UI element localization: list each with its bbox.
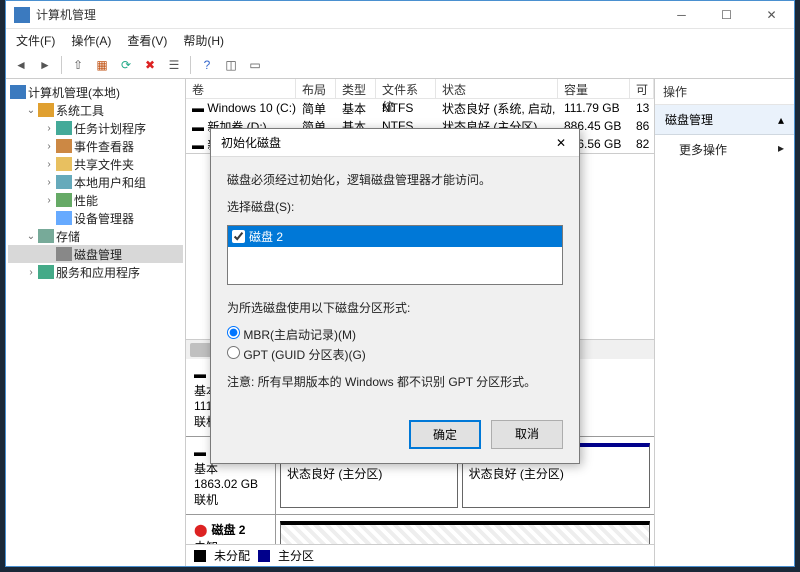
back-icon[interactable]: ◄ bbox=[10, 54, 32, 76]
refresh-icon[interactable]: ⟳ bbox=[115, 54, 137, 76]
disk-icon: ▬ bbox=[194, 445, 206, 459]
menu-view[interactable]: 查看(V) bbox=[119, 30, 175, 51]
view-bottom-icon[interactable]: ▭ bbox=[244, 54, 266, 76]
dialog-title: 初始化磁盘 bbox=[221, 134, 281, 151]
chevron-right-icon: ▸ bbox=[778, 141, 784, 158]
tree-shared[interactable]: ›共享文件夹 bbox=[8, 155, 183, 173]
actions-pane: 操作 磁盘管理▴ 更多操作▸ bbox=[654, 79, 794, 566]
volume-header: 卷 布局 类型 文件系统 状态 容量 可 bbox=[186, 79, 654, 99]
col-fs[interactable]: 文件系统 bbox=[376, 79, 436, 98]
radio-mbr[interactable]: MBR(主启动记录)(M) bbox=[227, 326, 563, 343]
col-status[interactable]: 状态 bbox=[436, 79, 558, 98]
minimize-button[interactable]: ─ bbox=[659, 1, 704, 29]
col-type[interactable]: 类型 bbox=[336, 79, 376, 98]
actions-section[interactable]: 磁盘管理▴ bbox=[655, 105, 794, 135]
partition-style-radios: MBR(主启动记录)(M) GPT (GUID 分区表)(G) bbox=[227, 326, 563, 363]
nav-tree: 计算机管理(本地) ⌄系统工具 ›任务计划程序 ›事件查看器 ›共享文件夹 ›本… bbox=[6, 79, 186, 566]
col-layout[interactable]: 布局 bbox=[296, 79, 336, 98]
tree-diskmgmt[interactable]: 磁盘管理 bbox=[8, 245, 183, 263]
tree-eventviewer[interactable]: ›事件查看器 bbox=[8, 137, 183, 155]
separator bbox=[190, 56, 191, 74]
col-volume[interactable]: 卷 bbox=[186, 79, 296, 98]
watermark-icon: 值 bbox=[688, 532, 716, 560]
tree-storage[interactable]: ⌄存储 bbox=[8, 227, 183, 245]
tree-scheduler[interactable]: ›任务计划程序 bbox=[8, 119, 183, 137]
properties-icon[interactable]: ▦ bbox=[91, 54, 113, 76]
export-icon[interactable]: ☰ bbox=[163, 54, 185, 76]
window-title: 计算机管理 bbox=[36, 6, 659, 23]
dialog-body: 磁盘必须经过初始化，逻辑磁盘管理器才能访问。 选择磁盘(S): 磁盘 2 为所选… bbox=[211, 157, 579, 410]
disk-partitions bbox=[276, 515, 654, 544]
disk-warn-icon: ⬤ bbox=[194, 523, 207, 537]
collapse-icon: ▴ bbox=[778, 113, 784, 127]
disk-checkbox[interactable] bbox=[232, 230, 245, 243]
separator bbox=[61, 56, 62, 74]
tree-root[interactable]: 计算机管理(本地) bbox=[8, 83, 183, 101]
menubar: 文件(F) 操作(A) 查看(V) 帮助(H) bbox=[6, 29, 794, 51]
tree-services[interactable]: ›服务和应用程序 bbox=[8, 263, 183, 281]
tree-devmgr[interactable]: 设备管理器 bbox=[8, 209, 183, 227]
up-icon[interactable]: ⇧ bbox=[67, 54, 89, 76]
col-free[interactable]: 可 bbox=[630, 79, 654, 98]
actions-header: 操作 bbox=[655, 79, 794, 105]
forward-icon[interactable]: ► bbox=[34, 54, 56, 76]
disk-info: ⬤磁盘 2 未知 bbox=[186, 515, 276, 544]
dialog-close-button[interactable]: ✕ bbox=[547, 131, 575, 155]
watermark-text: 什么值得买 bbox=[722, 538, 782, 555]
init-disk-dialog: 初始化磁盘 ✕ 磁盘必须经过初始化，逻辑磁盘管理器才能访问。 选择磁盘(S): … bbox=[210, 128, 580, 464]
legend-primary-icon bbox=[258, 550, 270, 562]
dialog-buttons: 确定 取消 bbox=[211, 410, 579, 463]
partition-unallocated[interactable] bbox=[280, 521, 650, 544]
legend-unalloc-icon bbox=[194, 550, 206, 562]
disk-select-list[interactable]: 磁盘 2 bbox=[227, 225, 563, 285]
volume-row[interactable]: ▬ Windows 10 (C:)简单基本NTFS状态良好 (系统, 启动, 页… bbox=[186, 99, 654, 117]
ok-button[interactable]: 确定 bbox=[409, 420, 481, 449]
select-disk-label: 选择磁盘(S): bbox=[227, 198, 563, 215]
disk-icon: ▬ bbox=[194, 367, 206, 381]
menu-action[interactable]: 操作(A) bbox=[63, 30, 119, 51]
menu-file[interactable]: 文件(F) bbox=[8, 30, 63, 51]
toolbar: ◄ ► ⇧ ▦ ⟳ ✖ ☰ ? ◫ ▭ bbox=[6, 51, 794, 79]
actions-more[interactable]: 更多操作▸ bbox=[655, 135, 794, 164]
radio-gpt[interactable]: GPT (GUID 分区表)(G) bbox=[227, 346, 563, 363]
watermark: 值 什么值得买 bbox=[688, 532, 782, 560]
dialog-note: 注意: 所有早期版本的 Windows 都不识别 GPT 分区形式。 bbox=[227, 373, 563, 390]
maximize-button[interactable]: ☐ bbox=[704, 1, 749, 29]
app-icon bbox=[14, 7, 30, 23]
tree-perf[interactable]: ›性能 bbox=[8, 191, 183, 209]
dialog-titlebar: 初始化磁盘 ✕ bbox=[211, 129, 579, 157]
legend: 未分配 主分区 bbox=[186, 544, 654, 566]
close-button[interactable]: ✕ bbox=[749, 1, 794, 29]
col-capacity[interactable]: 容量 bbox=[558, 79, 630, 98]
partition-style-label: 为所选磁盘使用以下磁盘分区形式: bbox=[227, 299, 563, 316]
disk-row-2[interactable]: ⬤磁盘 2 未知 bbox=[186, 515, 654, 544]
tree-users[interactable]: ›本地用户和组 bbox=[8, 173, 183, 191]
help-icon[interactable]: ? bbox=[196, 54, 218, 76]
menu-help[interactable]: 帮助(H) bbox=[175, 30, 232, 51]
view-top-icon[interactable]: ◫ bbox=[220, 54, 242, 76]
cancel-button[interactable]: 取消 bbox=[491, 420, 563, 449]
disk-list-item[interactable]: 磁盘 2 bbox=[228, 226, 562, 247]
tree-systools[interactable]: ⌄系统工具 bbox=[8, 101, 183, 119]
delete-icon[interactable]: ✖ bbox=[139, 54, 161, 76]
dialog-message: 磁盘必须经过初始化，逻辑磁盘管理器才能访问。 bbox=[227, 171, 563, 188]
titlebar: 计算机管理 ─ ☐ ✕ bbox=[6, 1, 794, 29]
window-controls: ─ ☐ ✕ bbox=[659, 1, 794, 29]
